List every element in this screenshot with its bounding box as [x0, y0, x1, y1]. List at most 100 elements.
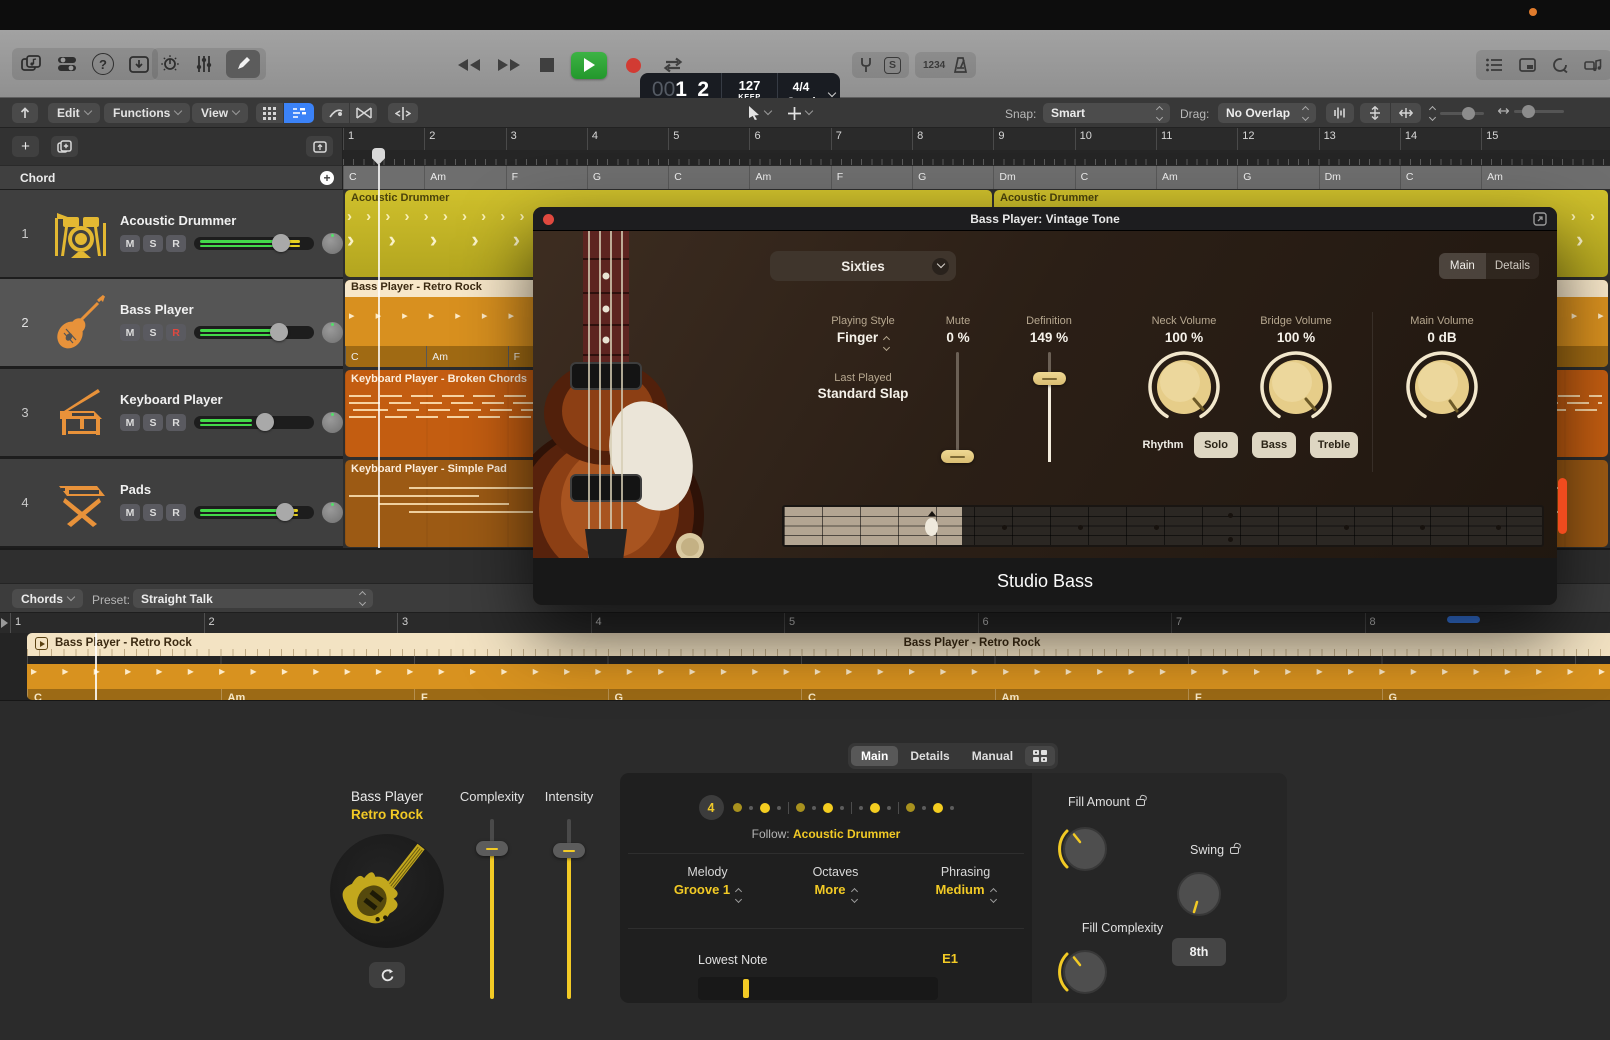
octaves-selector[interactable]: Octaves More — [778, 865, 893, 902]
bridge-volume-knob[interactable] — [1258, 349, 1334, 425]
chord-cell[interactable]: Am — [749, 166, 830, 189]
record-enable-button[interactable]: R — [166, 414, 186, 431]
mute-button[interactable]: M — [120, 414, 140, 431]
track-name[interactable]: Acoustic Drummer — [120, 213, 343, 228]
editor-region-header[interactable]: Bass Player - Retro Rock Bass Player - R… — [27, 633, 1610, 656]
pan-knob[interactable] — [322, 502, 343, 523]
smart-controls-icon[interactable] — [158, 52, 182, 76]
mute-button[interactable]: M — [120, 504, 140, 521]
chord-cell[interactable]: Dm — [993, 166, 1074, 189]
fill-complexity-knob[interactable] — [1054, 941, 1116, 1003]
plugin-window-bass-player[interactable]: Bass Player: Vintage Tone — [533, 207, 1557, 605]
solo-button[interactable]: S — [143, 414, 163, 431]
vertical-zoom-icon[interactable] — [1360, 103, 1390, 123]
lcd-dropdown-chevron-icon[interactable] — [824, 92, 840, 98]
track-header-bass-player[interactable]: 2 Bass Player M S R — [0, 279, 343, 366]
track-header-pads[interactable]: 4 Pads M S R — [0, 459, 343, 546]
help-icon[interactable]: ? — [92, 53, 114, 75]
chord-cell[interactable]: Am — [1156, 166, 1237, 189]
rewind-button[interactable] — [455, 58, 483, 72]
playhead-line[interactable] — [378, 164, 380, 548]
tab-main[interactable]: Main — [851, 746, 898, 766]
solo-button[interactable]: S — [143, 235, 163, 252]
fretboard-display[interactable] — [782, 505, 1544, 547]
stop-button[interactable] — [535, 58, 559, 72]
plugin-tab-main[interactable]: Main — [1439, 253, 1486, 279]
join-tool-icon[interactable] — [322, 103, 349, 123]
track-name[interactable]: Bass Player — [120, 302, 343, 317]
project-chooser-icon[interactable] — [20, 54, 42, 74]
rhythm-button[interactable]: Rhythm — [1138, 432, 1188, 458]
player-style-name[interactable]: Retro Rock — [300, 807, 474, 822]
plugin-titlebar[interactable]: Bass Player: Vintage Tone — [533, 207, 1557, 231]
functions-menu[interactable]: Functions — [104, 103, 190, 123]
neck-volume-knob[interactable] — [1146, 349, 1222, 425]
plugin-preset-dropdown[interactable]: Sixties — [770, 251, 956, 281]
volume-slider[interactable] — [194, 506, 314, 519]
region-play-icon[interactable] — [35, 637, 48, 650]
add-track-button[interactable]: + — [12, 136, 39, 157]
play-button[interactable] — [571, 52, 607, 79]
editor-chords-menu[interactable]: Chords — [12, 589, 83, 608]
split-tool-icon[interactable] — [388, 103, 418, 123]
grid-view-icon[interactable] — [256, 103, 283, 123]
hide-inspector-icon[interactable] — [12, 103, 38, 123]
download-content-icon[interactable] — [128, 54, 150, 74]
track-header-config-button[interactable] — [306, 136, 333, 157]
preset-grid-icon[interactable] — [1025, 746, 1055, 766]
track-header-keyboard-player[interactable]: 3 Keyboard Player M S R — [0, 369, 343, 456]
metronome-icon[interactable] — [953, 57, 968, 73]
lowest-note-slider[interactable] — [698, 977, 938, 1000]
chord-cell[interactable]: G — [1237, 166, 1318, 189]
bass-pickup-button[interactable]: Bass — [1252, 432, 1296, 458]
track-name[interactable]: Keyboard Player — [120, 392, 343, 407]
pattern-dots[interactable] — [733, 802, 954, 814]
editor-play-from-icon[interactable] — [1, 618, 8, 628]
quick-controls-icon[interactable] — [56, 54, 78, 74]
pan-knob[interactable] — [322, 322, 343, 343]
tab-details[interactable]: Details — [900, 746, 959, 766]
track-name[interactable]: Pads — [120, 482, 343, 497]
cycle-button[interactable] — [659, 57, 687, 73]
editor-region[interactable]: Bass Player - Retro Rock Bass Player - R… — [0, 633, 1610, 700]
pattern-count-badge[interactable]: 4 — [699, 795, 724, 820]
chord-cell[interactable]: Dm — [1319, 166, 1400, 189]
chord-cell[interactable]: Am — [1481, 166, 1562, 189]
definition-slider[interactable] — [1048, 352, 1051, 462]
tuner-icon[interactable] — [860, 57, 872, 73]
fill-amount-lock-icon[interactable] — [1136, 799, 1145, 806]
editor-scroll-indicator[interactable] — [1447, 616, 1480, 623]
volume-slider[interactable] — [194, 416, 314, 429]
notepad-icon[interactable] — [1519, 58, 1536, 72]
editor-ruler[interactable]: 12345678 — [0, 612, 1610, 633]
chord-cell[interactable]: C — [668, 166, 749, 189]
tab-manual[interactable]: Manual — [962, 746, 1023, 766]
follow-value[interactable]: Acoustic Drummer — [793, 827, 900, 841]
record-enable-button[interactable]: R — [166, 504, 186, 521]
chord-cell[interactable]: C — [1075, 166, 1156, 189]
chord-cell[interactable]: Am — [424, 166, 505, 189]
waveform-zoom-icon[interactable] — [1326, 103, 1354, 123]
swing-rate-button[interactable]: 8th — [1172, 938, 1226, 966]
mute-button[interactable]: M — [120, 324, 140, 341]
edit-menu[interactable]: Edit — [48, 103, 100, 123]
pointer-tool-selector[interactable] — [748, 103, 771, 123]
count-in-button[interactable]: 1234 — [923, 60, 945, 71]
record-enable-button[interactable]: R — [166, 235, 186, 252]
plugin-link-icon[interactable] — [1533, 212, 1547, 226]
drag-dropdown[interactable]: No Overlap — [1218, 103, 1316, 123]
volume-slider[interactable] — [194, 237, 314, 250]
phrasing-selector[interactable]: Phrasing Medium — [908, 865, 1023, 902]
list-editors-icon[interactable] — [1486, 58, 1503, 72]
list-view-selected-icon[interactable] — [284, 103, 314, 123]
pan-knob[interactable] — [322, 412, 343, 433]
swing-knob[interactable] — [1170, 865, 1228, 923]
solo-button[interactable]: S — [143, 324, 163, 341]
duplicate-track-button[interactable] — [51, 136, 78, 157]
horizontal-zoom-icon[interactable] — [1391, 103, 1421, 123]
horizontal-zoom-slider[interactable] — [1498, 107, 1564, 115]
pan-knob[interactable] — [322, 233, 343, 254]
plugin-tab-details[interactable]: Details — [1486, 253, 1539, 279]
fill-amount-knob[interactable] — [1054, 818, 1116, 880]
crossfade-tool-icon[interactable] — [350, 103, 377, 123]
